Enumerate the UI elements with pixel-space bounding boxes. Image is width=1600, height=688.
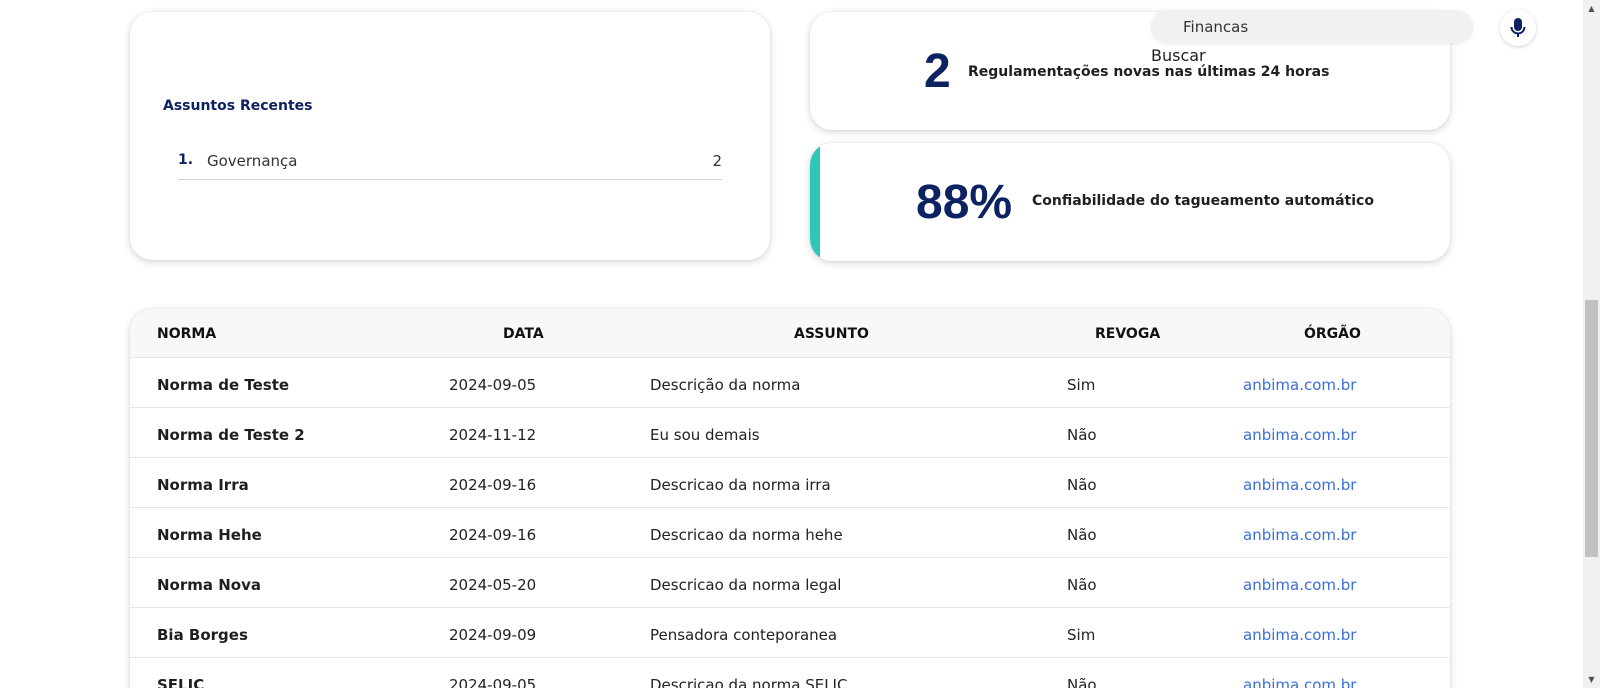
cell-revoga: Não — [1067, 476, 1097, 494]
cell-norma: Norma de Teste — [157, 376, 290, 394]
vertical-scrollbar[interactable]: ▲ ▼ — [1583, 0, 1600, 688]
search-value: Financas — [1183, 18, 1249, 36]
cell-orgao-link[interactable]: anbima.com.br — [1243, 626, 1356, 644]
column-header-assunto[interactable]: ASSUNTO — [794, 326, 869, 342]
table-row[interactable]: SELIC 2024-09-05 Descricao da norma SELI… — [130, 657, 1450, 688]
cell-orgao-link[interactable]: anbima.com.br — [1243, 676, 1356, 688]
cell-norma: Norma Hehe — [157, 526, 262, 544]
cell-data: 2024-09-16 — [449, 526, 537, 544]
cell-data: 2024-05-20 — [449, 576, 537, 594]
cell-assunto: Descricao da norma irra — [650, 476, 831, 494]
cell-assunto: Descricao da norma SELIC — [650, 676, 848, 688]
microphone-icon — [1510, 18, 1526, 37]
new-regulations-label: Regulamentações novas nas últimas 24 hor… — [968, 64, 1330, 80]
cell-norma: Norma Irra — [157, 476, 249, 494]
column-header-norma[interactable]: NORMA — [157, 326, 216, 342]
cell-revoga: Não — [1067, 576, 1097, 594]
cell-assunto: Descrição da norma — [650, 376, 801, 394]
cell-norma: SELIC — [157, 676, 205, 688]
cell-data: 2024-09-05 — [449, 376, 537, 394]
recent-subject-name: Governança — [207, 152, 298, 170]
recent-subject-rank: 1. — [178, 152, 194, 168]
recent-subjects-title: Assuntos Recentes — [163, 98, 313, 114]
table-row[interactable]: Norma Nova 2024-05-20 Descricao da norma… — [130, 557, 1450, 607]
cell-assunto: Descricao da norma legal — [650, 576, 842, 594]
cell-assunto: Eu sou demais — [650, 426, 760, 444]
new-regulations-count: 2 — [924, 45, 951, 98]
cell-revoga: Não — [1067, 676, 1097, 688]
table-row[interactable]: Norma de Teste 2 2024-11-12 Eu sou demai… — [130, 407, 1450, 457]
table-row[interactable]: Norma Irra 2024-09-16 Descricao da norma… — [130, 457, 1450, 507]
tagging-confidence-label: Confiabilidade do tagueamento automático — [1032, 193, 1374, 209]
table-row[interactable]: Norma Hehe 2024-09-16 Descricao da norma… — [130, 507, 1450, 557]
table-row[interactable]: Bia Borges 2024-09-09 Pensadora contepor… — [130, 607, 1450, 657]
voice-search-button[interactable] — [1500, 10, 1536, 46]
cell-data: 2024-09-05 — [449, 676, 537, 688]
cell-orgao-link[interactable]: anbima.com.br — [1243, 576, 1356, 594]
scroll-down-arrow-icon[interactable]: ▼ — [1583, 671, 1600, 688]
cell-assunto: Pensadora conteporanea — [650, 626, 838, 644]
cell-data: 2024-11-12 — [449, 426, 537, 444]
table-row[interactable]: Norma de Teste 2024-09-05 Descrição da n… — [130, 357, 1450, 407]
cell-orgao-link[interactable]: anbima.com.br — [1243, 376, 1356, 394]
search-label: Buscar — [1151, 46, 1206, 65]
cell-orgao-link[interactable]: anbima.com.br — [1243, 476, 1356, 494]
norms-table: NORMA DATA ASSUNTO REVOGA ÓRGÃO Norma de… — [130, 309, 1450, 688]
dashboard-page: Assuntos Recentes 1. Governança 2 2 Regu… — [0, 0, 1600, 688]
column-header-orgao[interactable]: ÓRGÃO — [1304, 326, 1361, 342]
scroll-up-arrow-icon[interactable]: ▲ — [1583, 0, 1600, 17]
scrollbar-thumb[interactable] — [1585, 300, 1598, 557]
cell-revoga: Não — [1067, 426, 1097, 444]
cell-data: 2024-09-09 — [449, 626, 537, 644]
recent-subject-item[interactable]: 1. Governança 2 — [178, 136, 722, 180]
cell-revoga: Sim — [1067, 376, 1096, 394]
cell-orgao-link[interactable]: anbima.com.br — [1243, 526, 1356, 544]
recent-subject-count: 2 — [712, 152, 722, 170]
cell-revoga: Sim — [1067, 626, 1096, 644]
column-header-revoga[interactable]: REVOGA — [1095, 326, 1160, 342]
table-header: NORMA DATA ASSUNTO REVOGA ÓRGÃO — [130, 309, 1450, 357]
accent-bar — [810, 143, 820, 261]
cell-revoga: Não — [1067, 526, 1097, 544]
column-header-data[interactable]: DATA — [503, 326, 544, 342]
cell-norma: Norma de Teste 2 — [157, 426, 305, 444]
cell-norma: Bia Borges — [157, 626, 248, 644]
search-input[interactable]: Financas — [1151, 10, 1473, 43]
tagging-confidence-card: 88% Confiabilidade do tagueamento automá… — [810, 143, 1450, 261]
cell-assunto: Descricao da norma hehe — [650, 526, 843, 544]
cell-data: 2024-09-16 — [449, 476, 537, 494]
tagging-confidence-value: 88% — [916, 176, 1013, 229]
recent-subjects-card: Assuntos Recentes 1. Governança 2 — [130, 12, 770, 260]
cell-orgao-link[interactable]: anbima.com.br — [1243, 426, 1356, 444]
cell-norma: Norma Nova — [157, 576, 261, 594]
